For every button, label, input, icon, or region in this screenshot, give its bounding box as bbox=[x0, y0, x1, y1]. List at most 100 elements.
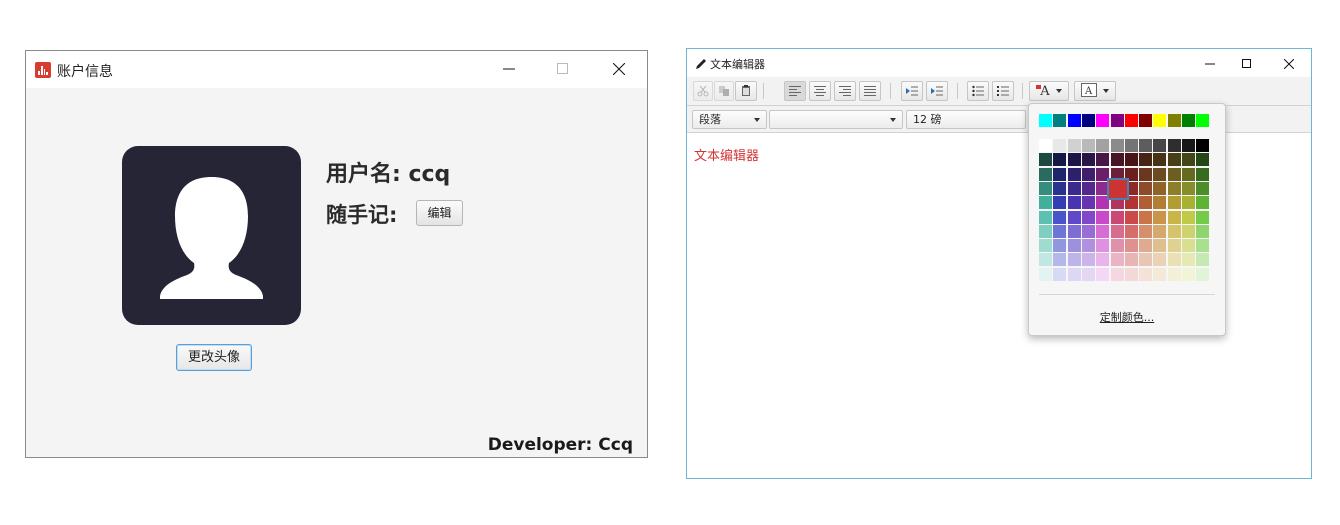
color-swatch[interactable] bbox=[1167, 167, 1181, 181]
color-swatch[interactable] bbox=[1110, 114, 1124, 127]
color-swatch[interactable] bbox=[1096, 239, 1110, 253]
color-swatch[interactable] bbox=[1053, 153, 1067, 167]
background-color-button[interactable]: A bbox=[1074, 81, 1116, 101]
color-swatch[interactable] bbox=[1167, 139, 1181, 152]
color-swatch[interactable] bbox=[1139, 114, 1153, 127]
align-left-button[interactable] bbox=[784, 81, 806, 101]
color-swatch[interactable] bbox=[1124, 267, 1138, 281]
color-swatch[interactable] bbox=[1167, 253, 1181, 267]
text-color-button[interactable]: A bbox=[1029, 81, 1069, 101]
minimize-button[interactable] bbox=[1192, 49, 1228, 77]
color-swatch[interactable] bbox=[1039, 239, 1052, 253]
color-swatch[interactable] bbox=[1182, 153, 1195, 167]
color-swatch[interactable] bbox=[1182, 239, 1195, 253]
numbered-list-button[interactable] bbox=[992, 81, 1014, 101]
color-swatch[interactable] bbox=[1053, 167, 1067, 181]
color-swatch[interactable] bbox=[1067, 267, 1081, 281]
font-size-select[interactable]: 12 磅 bbox=[906, 110, 1026, 129]
paste-button[interactable] bbox=[735, 81, 757, 101]
color-swatch[interactable] bbox=[1182, 167, 1195, 181]
color-swatch[interactable] bbox=[1039, 196, 1052, 210]
color-swatch[interactable] bbox=[1196, 210, 1210, 224]
selected-color-swatch[interactable] bbox=[1106, 177, 1129, 200]
color-swatch[interactable] bbox=[1124, 210, 1138, 224]
color-swatch[interactable] bbox=[1067, 253, 1081, 267]
color-swatch[interactable] bbox=[1081, 114, 1095, 127]
change-avatar-button[interactable]: 更改头像 bbox=[176, 344, 252, 371]
color-swatch[interactable] bbox=[1067, 210, 1081, 224]
minimize-button[interactable] bbox=[486, 51, 532, 88]
color-swatch[interactable] bbox=[1153, 167, 1167, 181]
color-swatch[interactable] bbox=[1139, 224, 1153, 238]
color-swatch[interactable] bbox=[1167, 224, 1181, 238]
color-swatch[interactable] bbox=[1096, 267, 1110, 281]
maximize-button[interactable] bbox=[1229, 49, 1265, 77]
color-swatch[interactable] bbox=[1053, 139, 1067, 152]
color-swatch[interactable] bbox=[1139, 181, 1153, 195]
color-swatch[interactable] bbox=[1139, 139, 1153, 152]
color-swatch[interactable] bbox=[1053, 210, 1067, 224]
color-swatch[interactable] bbox=[1067, 181, 1081, 195]
color-swatch[interactable] bbox=[1196, 167, 1210, 181]
color-swatch[interactable] bbox=[1081, 139, 1095, 152]
color-swatch[interactable] bbox=[1196, 114, 1210, 127]
align-center-button[interactable] bbox=[809, 81, 831, 101]
bullet-list-button[interactable] bbox=[967, 81, 989, 101]
color-swatch[interactable] bbox=[1053, 181, 1067, 195]
color-swatch[interactable] bbox=[1182, 253, 1195, 267]
color-swatch[interactable] bbox=[1067, 153, 1081, 167]
indent-button[interactable] bbox=[926, 81, 948, 101]
color-swatch[interactable] bbox=[1182, 181, 1195, 195]
color-swatch[interactable] bbox=[1196, 267, 1210, 281]
color-swatch[interactable] bbox=[1139, 239, 1153, 253]
color-swatch[interactable] bbox=[1081, 253, 1095, 267]
title-bar[interactable]: 账户信息 bbox=[26, 51, 647, 88]
color-swatch[interactable] bbox=[1153, 210, 1167, 224]
color-swatch[interactable] bbox=[1067, 139, 1081, 152]
color-swatch[interactable] bbox=[1039, 181, 1052, 195]
custom-color-link[interactable]: 定制颜色... bbox=[1029, 309, 1225, 325]
color-swatch[interactable] bbox=[1039, 224, 1052, 238]
color-swatch[interactable] bbox=[1039, 139, 1052, 152]
color-swatch[interactable] bbox=[1196, 153, 1210, 167]
color-swatch[interactable] bbox=[1153, 114, 1167, 127]
color-swatch[interactable] bbox=[1067, 224, 1081, 238]
color-swatch[interactable] bbox=[1081, 224, 1095, 238]
color-swatch[interactable] bbox=[1110, 253, 1124, 267]
color-swatch[interactable] bbox=[1153, 153, 1167, 167]
close-button[interactable] bbox=[596, 51, 642, 88]
color-swatch[interactable] bbox=[1182, 114, 1195, 127]
color-swatch[interactable] bbox=[1153, 196, 1167, 210]
color-swatch[interactable] bbox=[1039, 167, 1052, 181]
align-justify-button[interactable] bbox=[859, 81, 881, 101]
color-swatch[interactable] bbox=[1167, 181, 1181, 195]
color-swatch[interactable] bbox=[1124, 139, 1138, 152]
align-right-button[interactable] bbox=[834, 81, 856, 101]
color-swatch[interactable] bbox=[1067, 114, 1081, 127]
color-swatch[interactable] bbox=[1081, 239, 1095, 253]
maximize-button[interactable] bbox=[540, 51, 586, 88]
color-swatch[interactable] bbox=[1153, 253, 1167, 267]
color-swatch[interactable] bbox=[1039, 114, 1052, 127]
color-swatch[interactable] bbox=[1110, 139, 1124, 152]
color-swatch[interactable] bbox=[1139, 267, 1153, 281]
color-swatch[interactable] bbox=[1039, 153, 1052, 167]
color-swatch[interactable] bbox=[1096, 114, 1110, 127]
color-swatch[interactable] bbox=[1081, 167, 1095, 181]
color-swatch[interactable] bbox=[1196, 139, 1210, 152]
color-swatch[interactable] bbox=[1182, 139, 1195, 152]
color-swatch[interactable] bbox=[1167, 267, 1181, 281]
copy-button[interactable] bbox=[714, 81, 734, 101]
color-swatch[interactable] bbox=[1053, 239, 1067, 253]
outdent-button[interactable] bbox=[901, 81, 923, 101]
color-swatch[interactable] bbox=[1053, 267, 1067, 281]
color-swatch[interactable] bbox=[1110, 210, 1124, 224]
color-swatch[interactable] bbox=[1196, 239, 1210, 253]
color-swatch[interactable] bbox=[1124, 253, 1138, 267]
color-swatch[interactable] bbox=[1182, 210, 1195, 224]
color-swatch[interactable] bbox=[1081, 181, 1095, 195]
color-swatch[interactable] bbox=[1167, 114, 1181, 127]
color-swatch[interactable] bbox=[1153, 139, 1167, 152]
editor-content[interactable]: 文本编辑器 bbox=[694, 145, 759, 164]
color-swatch[interactable] bbox=[1053, 253, 1067, 267]
